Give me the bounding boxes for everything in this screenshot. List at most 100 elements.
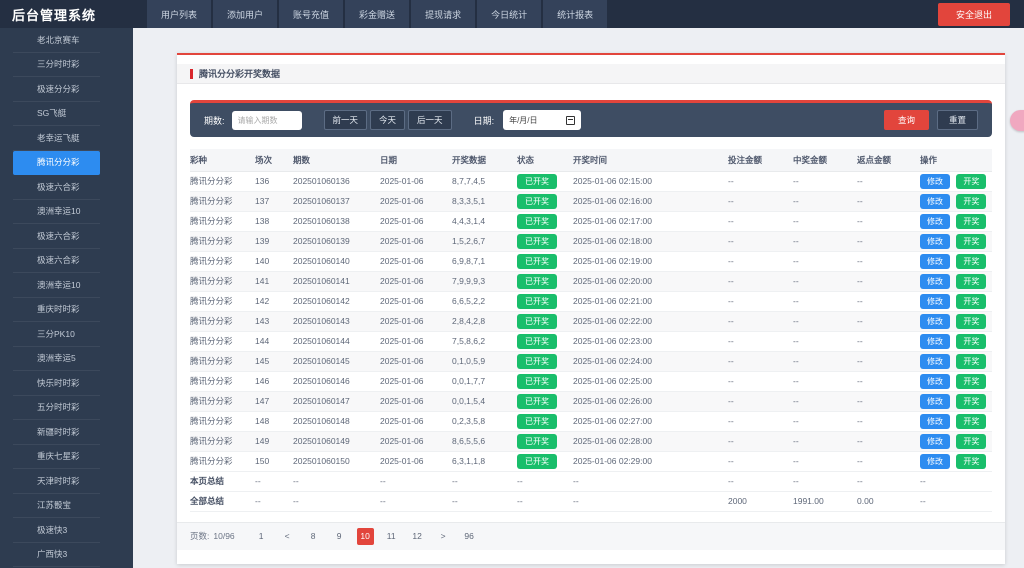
reset-button[interactable]: 重置 (937, 110, 978, 130)
sidebar-item[interactable]: 三分时时彩 (13, 53, 100, 78)
topbar: 后台管理系统 用户列表 添加用户 账号充值 彩金赠送 提现请求 今日统计 统计报… (0, 0, 1024, 28)
page-button[interactable]: 1 (253, 528, 270, 545)
edit-button[interactable]: 修改 (920, 294, 950, 309)
sidebar-item[interactable]: 广西快3 (13, 543, 100, 568)
sidebar-item[interactable]: 江苏骰宝 (13, 494, 100, 519)
page-button[interactable]: 10 (357, 528, 374, 545)
topbar-tab[interactable]: 用户列表 (147, 0, 211, 28)
cell-draw-numbers: 0,0,1,7,7 (452, 371, 517, 391)
day-button-group: 前一天 今天 后一天 (324, 110, 452, 130)
cell-date: 2025-01-06 (380, 211, 452, 231)
edit-button[interactable]: 修改 (920, 414, 950, 429)
sidebar-item[interactable]: 极速分分彩 (13, 77, 100, 102)
page-button[interactable]: 8 (305, 528, 322, 545)
query-button[interactable]: 查询 (884, 110, 929, 130)
draw-button[interactable]: 开奖 (956, 174, 986, 189)
draw-button[interactable]: 开奖 (956, 454, 986, 469)
page-button[interactable]: 9 (331, 528, 348, 545)
sidebar-item[interactable]: SG飞艇 (13, 102, 100, 127)
draw-button[interactable]: 开奖 (956, 234, 986, 249)
cell-draw-time: 2025-01-06 02:22:00 (573, 311, 728, 331)
day-button[interactable]: 前一天 (324, 110, 368, 130)
sidebar-item[interactable]: 新疆时时彩 (13, 420, 100, 445)
edit-button[interactable]: 修改 (920, 334, 950, 349)
edit-button[interactable]: 修改 (920, 234, 950, 249)
day-button[interactable]: 今天 (370, 110, 405, 130)
cell-rebate-amount: -- (857, 331, 920, 351)
column-header: 日期 (380, 149, 452, 171)
sidebar-item[interactable]: 快乐时时彩 (13, 371, 100, 396)
sidebar-item[interactable]: 五分时时彩 (13, 396, 100, 421)
sidebar-item[interactable]: 极速六合彩 (13, 224, 100, 249)
sidebar-item[interactable]: 腾讯分分彩 (13, 151, 100, 176)
cell-session: 137 (255, 191, 293, 211)
floating-badge[interactable] (1010, 110, 1024, 131)
edit-button[interactable]: 修改 (920, 314, 950, 329)
topbar-tab[interactable]: 彩金赠送 (345, 0, 409, 28)
date-input[interactable]: 年/月/日 (503, 110, 581, 130)
page-button[interactable]: > (435, 528, 452, 545)
column-header: 开奖数据 (452, 149, 517, 171)
page-button[interactable]: 96 (461, 528, 478, 545)
sidebar-item[interactable]: 极速六合彩 (13, 249, 100, 274)
sidebar-item[interactable]: 重庆时时彩 (13, 298, 100, 323)
edit-button[interactable]: 修改 (920, 174, 950, 189)
edit-button[interactable]: 修改 (920, 394, 950, 409)
cell-draw-time: 2025-01-06 02:18:00 (573, 231, 728, 251)
draw-button[interactable]: 开奖 (956, 214, 986, 229)
draw-button[interactable]: 开奖 (956, 354, 986, 369)
cell-period: 202501060145 (293, 351, 380, 371)
date-label: 日期: (474, 114, 495, 127)
draw-button[interactable]: 开奖 (956, 414, 986, 429)
page-button[interactable]: < (279, 528, 296, 545)
sidebar-item[interactable]: 天津时时彩 (13, 469, 100, 494)
cell-win-amount: -- (793, 371, 857, 391)
topbar-tab[interactable]: 账号充值 (279, 0, 343, 28)
status-badge: 已开奖 (517, 214, 557, 229)
day-button[interactable]: 后一天 (408, 110, 452, 130)
period-input[interactable] (232, 111, 302, 130)
edit-button[interactable]: 修改 (920, 454, 950, 469)
draw-button[interactable]: 开奖 (956, 294, 986, 309)
edit-button[interactable]: 修改 (920, 254, 950, 269)
draw-button[interactable]: 开奖 (956, 314, 986, 329)
topbar-tab[interactable]: 今日统计 (477, 0, 541, 28)
page-button[interactable]: 12 (409, 528, 426, 545)
cell-bet-amount: -- (728, 451, 793, 471)
edit-button[interactable]: 修改 (920, 374, 950, 389)
page-button[interactable]: 11 (383, 528, 400, 545)
draw-button[interactable]: 开奖 (956, 394, 986, 409)
cell-period: 202501060138 (293, 211, 380, 231)
sidebar-item[interactable]: 极速六合彩 (13, 175, 100, 200)
edit-button[interactable]: 修改 (920, 214, 950, 229)
cell-date: 2025-01-06 (380, 171, 452, 191)
sidebar-item[interactable]: 老幸运飞艇 (13, 126, 100, 151)
draw-button[interactable]: 开奖 (956, 434, 986, 449)
topbar-tab[interactable]: 提现请求 (411, 0, 475, 28)
draw-button[interactable]: 开奖 (956, 374, 986, 389)
cell-date: 2025-01-06 (380, 191, 452, 211)
summary-date: -- (380, 471, 452, 491)
sidebar-item[interactable]: 澳洲幸运10 (13, 273, 100, 298)
topbar-tab[interactable]: 添加用户 (213, 0, 277, 28)
sidebar-item[interactable]: 老北京赛车 (13, 28, 100, 53)
logout-button[interactable]: 安全退出 (938, 3, 1010, 26)
cell-bet-amount: -- (728, 371, 793, 391)
sidebar-item[interactable]: 三分PK10 (13, 322, 100, 347)
cell-session: 141 (255, 271, 293, 291)
table-row: 腾讯分分彩 149 202501060149 2025-01-06 8,6,5,… (190, 431, 992, 451)
topbar-tab[interactable]: 统计报表 (543, 0, 607, 28)
sidebar-item[interactable]: 澳洲幸运5 (13, 347, 100, 372)
sidebar-item[interactable]: 澳洲幸运10 (13, 200, 100, 225)
draw-button[interactable]: 开奖 (956, 254, 986, 269)
edit-button[interactable]: 修改 (920, 274, 950, 289)
table-row: 腾讯分分彩 139 202501060139 2025-01-06 1,5,2,… (190, 231, 992, 251)
edit-button[interactable]: 修改 (920, 354, 950, 369)
draw-button[interactable]: 开奖 (956, 274, 986, 289)
draw-button[interactable]: 开奖 (956, 334, 986, 349)
sidebar-item[interactable]: 重庆七星彩 (13, 445, 100, 470)
draw-button[interactable]: 开奖 (956, 194, 986, 209)
edit-button[interactable]: 修改 (920, 194, 950, 209)
edit-button[interactable]: 修改 (920, 434, 950, 449)
sidebar-item[interactable]: 极速快3 (13, 518, 100, 543)
